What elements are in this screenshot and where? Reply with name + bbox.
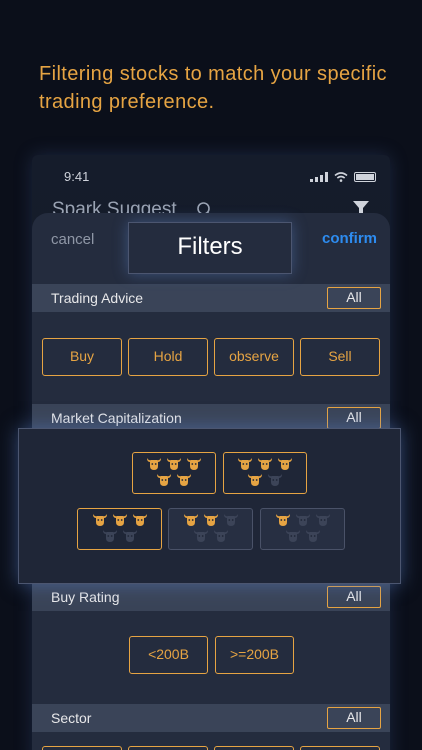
bull-icon [92, 514, 107, 526]
bull-icon [285, 530, 300, 542]
bull-icon [278, 458, 292, 470]
market-cap-option-2[interactable] [168, 508, 253, 550]
bull-icon [315, 514, 330, 526]
bull-icon [132, 514, 147, 526]
option-hold[interactable]: Hold [128, 338, 208, 376]
bull-icon [248, 474, 262, 486]
bull-icon [305, 530, 320, 542]
option-buy[interactable]: Buy [42, 338, 122, 376]
section-sector: Sector All [32, 704, 390, 732]
bull-icon [258, 458, 272, 470]
section-label: Buy Rating [51, 589, 120, 605]
all-button[interactable]: All [327, 586, 381, 608]
bull-icon [183, 514, 198, 526]
option-sell[interactable]: Sell [300, 338, 380, 376]
market-cap-option-5[interactable] [132, 452, 216, 494]
option-sector-2[interactable] [128, 746, 208, 750]
market-cap-option-3[interactable] [77, 508, 162, 550]
bull-icon [157, 474, 171, 486]
market-cap-option-4[interactable] [223, 452, 307, 494]
cancel-button[interactable]: cancel [51, 231, 94, 248]
bull-icon [112, 514, 127, 526]
confirm-button[interactable]: confirm [322, 230, 377, 247]
bull-icon [147, 458, 161, 470]
section-buy-rating: Buy Rating All [32, 583, 390, 611]
filters-title: Filters [128, 222, 292, 274]
option-sector-4[interactable] [300, 746, 380, 750]
bull-icon [102, 530, 117, 542]
wifi-icon [334, 172, 348, 182]
bull-icon [167, 458, 181, 470]
all-button[interactable]: All [327, 287, 381, 309]
bull-icon [203, 514, 218, 526]
battery-icon [354, 172, 376, 182]
section-trading-advice: Trading Advice All [32, 284, 390, 312]
bull-icon [295, 514, 310, 526]
market-cap-option-1[interactable] [260, 508, 345, 550]
bull-icon [238, 458, 252, 470]
bull-icon [268, 474, 282, 486]
all-button[interactable]: All [327, 707, 381, 729]
status-bar: 9:41 [32, 169, 390, 189]
section-label: Sector [51, 710, 92, 726]
option-observe[interactable]: observe [214, 338, 294, 376]
option-sector-3[interactable] [214, 746, 294, 750]
all-button[interactable]: All [327, 407, 381, 429]
bull-icon [177, 474, 191, 486]
bull-icon [193, 530, 208, 542]
signal-icon [310, 172, 328, 182]
option-lt-200b[interactable]: <200B [129, 636, 208, 674]
option-gte-200b[interactable]: >=200B [215, 636, 294, 674]
market-cap-popup [18, 428, 401, 584]
section-label: Market Capitalization [51, 410, 182, 426]
status-time: 9:41 [64, 169, 90, 184]
headline: Filtering stocks to match your specific … [39, 63, 387, 113]
bull-icon [122, 530, 137, 542]
bull-icon [275, 514, 290, 526]
section-label: Trading Advice [51, 290, 144, 306]
bull-icon [187, 458, 201, 470]
option-sector-1[interactable] [42, 746, 122, 750]
bull-icon [223, 514, 238, 526]
bull-icon [213, 530, 228, 542]
